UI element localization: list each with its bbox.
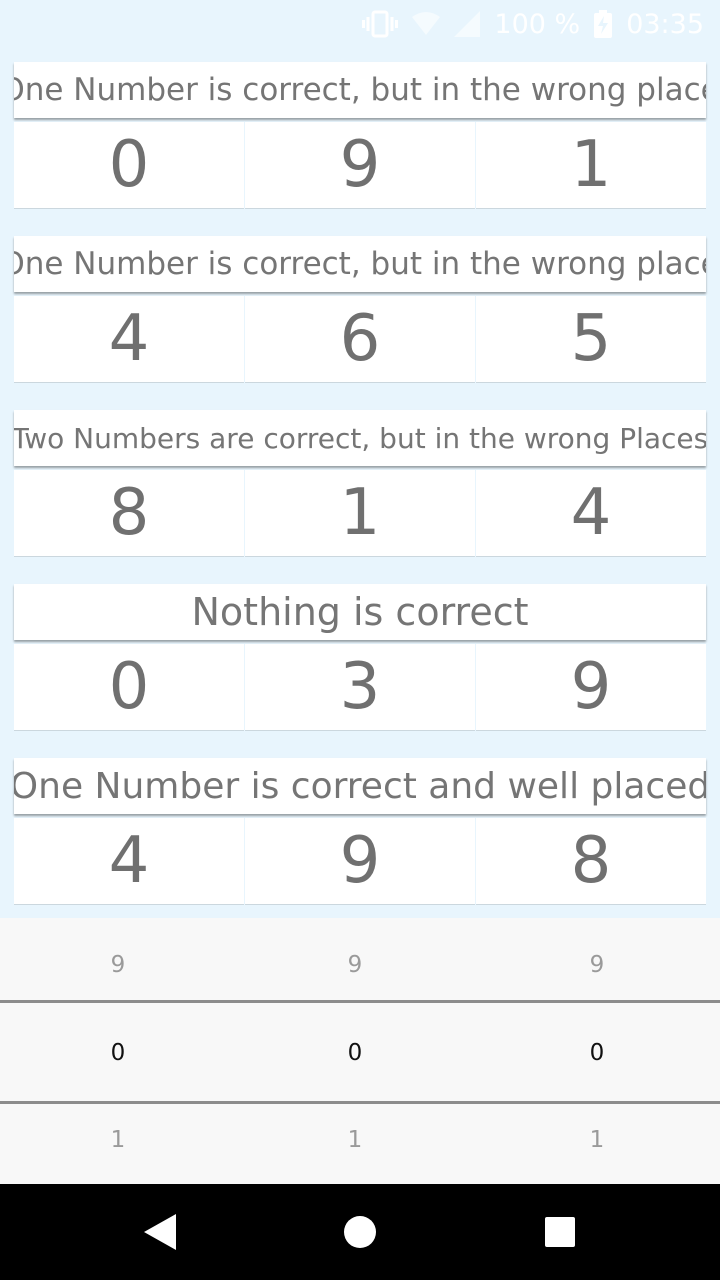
clock: 03:35 xyxy=(626,8,704,40)
clue-card: One Number is correct, but in the wrong … xyxy=(14,236,706,382)
clue-digit: 1 xyxy=(476,122,706,208)
clue-digit: 8 xyxy=(14,470,244,556)
wifi-icon xyxy=(412,11,441,37)
picker-selection-divider-bottom xyxy=(0,1101,720,1104)
battery-percent: 100 % xyxy=(494,8,581,40)
clue-card: Nothing is correct 0 3 9 xyxy=(14,584,706,730)
clue-digit: 8 xyxy=(476,818,706,904)
vibrate-icon xyxy=(362,10,399,38)
clue-card: One Number is correct and well placed 4 … xyxy=(14,758,706,904)
picker-next-value-3[interactable]: 1 xyxy=(557,1127,637,1153)
picker-selected-value-3[interactable]: 0 xyxy=(557,1040,637,1066)
battery-charging-icon xyxy=(594,10,613,38)
clue-digit: 4 xyxy=(14,818,244,904)
picker-next-value-1[interactable]: 1 xyxy=(78,1127,158,1153)
clue-digits: 4 9 8 xyxy=(14,818,706,904)
clue-digit: 3 xyxy=(245,644,475,730)
picker-prev-value-2[interactable]: 9 xyxy=(315,952,395,978)
picker-prev-value-1[interactable]: 9 xyxy=(78,952,158,978)
status-bar: 100 % 03:35 xyxy=(0,0,720,48)
clue-digit: 4 xyxy=(14,296,244,382)
clue-digit: 0 xyxy=(14,644,244,730)
clue-digit: 4 xyxy=(476,470,706,556)
navigation-bar xyxy=(0,1184,720,1280)
clue-digits: 8 1 4 xyxy=(14,470,706,556)
clue-digit: 6 xyxy=(245,296,475,382)
clue-text: One Number is correct, but in the wrong … xyxy=(14,236,706,292)
clue-text: One Number is correct and well placed xyxy=(14,758,706,814)
clue-digit: 0 xyxy=(14,122,244,208)
picker-prev-value-3[interactable]: 9 xyxy=(557,952,637,978)
clue-digit: 9 xyxy=(245,122,475,208)
signal-icon xyxy=(454,11,481,37)
clue-digit: 1 xyxy=(245,470,475,556)
clue-digits: 4 6 5 xyxy=(14,296,706,382)
clue-digit: 9 xyxy=(245,818,475,904)
clue-digits: 0 9 1 xyxy=(14,122,706,208)
picker-selection-divider-top xyxy=(0,1000,720,1003)
home-button[interactable] xyxy=(310,1184,410,1280)
number-picker[interactable]: 9 9 9 0 0 0 1 1 1 xyxy=(0,918,720,1184)
recents-icon xyxy=(545,1217,575,1247)
clue-digit: 9 xyxy=(476,644,706,730)
picker-selected-value-2[interactable]: 0 xyxy=(315,1040,395,1066)
back-button[interactable] xyxy=(110,1184,210,1280)
clue-text: One Number is correct, but in the wrong … xyxy=(14,62,706,118)
clue-text: Nothing is correct xyxy=(14,584,706,640)
clue-card: Two Numbers are correct, but in the wron… xyxy=(14,410,706,556)
clue-text: Two Numbers are correct, but in the wron… xyxy=(14,410,706,466)
clue-card: One Number is correct, but in the wrong … xyxy=(14,62,706,208)
picker-selected-value-1[interactable]: 0 xyxy=(78,1040,158,1066)
clue-digit: 5 xyxy=(476,296,706,382)
recents-button[interactable] xyxy=(510,1184,610,1280)
picker-next-value-2[interactable]: 1 xyxy=(315,1127,395,1153)
back-icon xyxy=(144,1214,176,1250)
home-icon xyxy=(344,1216,376,1248)
clue-digits: 0 3 9 xyxy=(14,644,706,730)
